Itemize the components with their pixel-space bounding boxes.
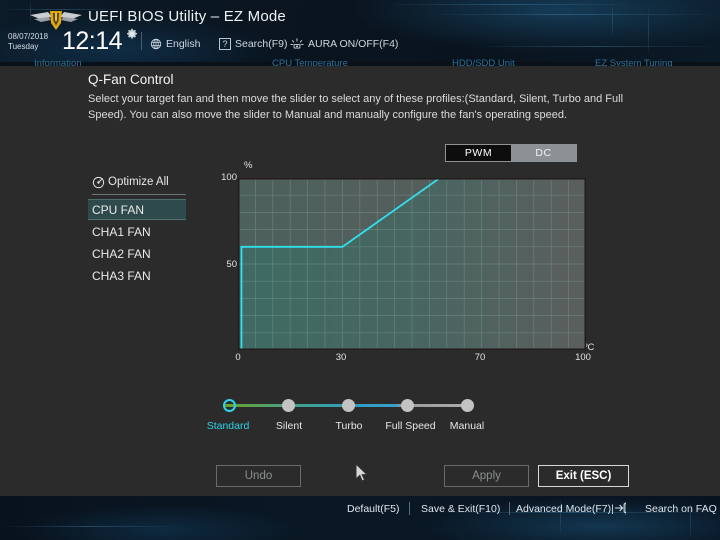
arrow-into-bracket-icon — [614, 503, 626, 513]
fan-item-label: CHA2 FAN — [92, 246, 151, 261]
slider-knob-manual[interactable] — [461, 399, 474, 412]
fan-list-divider — [92, 194, 186, 195]
search-button[interactable]: ? Search(F9) — [219, 38, 288, 50]
save-exit-f10-button[interactable]: Save & Exit(F10) — [421, 503, 500, 515]
date-display: 08/07/2018 Tuesday — [8, 32, 48, 52]
weekday-value: Tuesday — [8, 42, 39, 51]
slider-label-manual[interactable]: Manual — [437, 420, 497, 432]
dialog-title: Q-Fan Control — [88, 72, 174, 87]
aura-button[interactable]: AURA ON/OFF(F4) — [290, 38, 398, 50]
slider-knob-turbo[interactable] — [342, 399, 355, 412]
optimize-circle-icon — [92, 176, 105, 188]
header-divider — [141, 32, 142, 50]
aura-light-icon — [290, 38, 304, 49]
optimize-all-label: Optimize All — [108, 176, 169, 188]
slider-label-standard[interactable]: Standard — [198, 420, 258, 432]
slider-knob-silent[interactable] — [282, 399, 295, 412]
date-value: 08/07/2018 — [8, 32, 49, 41]
fan-profile-slider[interactable]: Standard Silent Turbo Full Speed Manual — [207, 396, 515, 436]
fan-item-cha3-fan[interactable]: CHA3 FAN — [88, 265, 186, 286]
slider-knob-full-speed[interactable] — [401, 399, 414, 412]
exit-label: Exit (ESC) — [555, 470, 612, 482]
chart-ytick-50: 50 — [226, 259, 237, 270]
toggle-option-dc[interactable]: DC — [511, 145, 576, 161]
undo-button[interactable]: Undo — [216, 465, 301, 487]
language-label: English — [166, 38, 201, 50]
advanced-mode-label: Advanced Mode(F7)| — [516, 503, 614, 515]
fan-item-cha1-fan[interactable]: CHA1 FAN — [88, 221, 186, 242]
mouse-cursor — [355, 463, 369, 482]
qfan-control-dialog: Q-Fan Control Select your target fan and… — [0, 66, 720, 496]
optimize-all-button[interactable]: Optimize All — [92, 172, 188, 192]
search-label: Search(F9) — [235, 38, 288, 50]
language-button[interactable]: English — [150, 38, 200, 50]
chart-ylabel: % — [244, 160, 253, 171]
question-mark-icon: ? — [219, 38, 231, 50]
undo-label: Undo — [244, 470, 273, 482]
slider-knob-standard[interactable] — [223, 399, 236, 412]
chart-ytick-100: 100 — [221, 172, 237, 183]
gear-icon[interactable] — [126, 28, 138, 40]
apply-label: Apply — [472, 470, 501, 482]
fan-item-label: CHA1 FAN — [92, 224, 151, 239]
search-on-faq-button[interactable]: Search on FAQ — [645, 503, 717, 515]
slider-label-turbo[interactable]: Turbo — [319, 420, 379, 432]
chart-xtick-30: 30 — [335, 352, 347, 363]
bottom-separator — [509, 502, 510, 515]
aura-label: AURA ON/OFF(F4) — [308, 38, 399, 50]
bios-screen: UEFI BIOS Utility – EZ Mode 08/07/2018 T… — [0, 0, 720, 540]
exit-button[interactable]: Exit (ESC) — [538, 465, 629, 487]
dialog-description: Select your target fan and then move the… — [88, 93, 624, 121]
bottom-separator — [409, 502, 410, 515]
toggle-option-pwm[interactable]: PWM — [446, 145, 511, 161]
globe-icon — [150, 38, 162, 50]
fan-item-label: CPU FAN — [92, 202, 145, 217]
chart-xtick-70: 70 — [474, 352, 486, 363]
chart-plot-area[interactable] — [238, 178, 586, 350]
slider-label-silent[interactable]: Silent — [259, 420, 319, 432]
chart-xtick-0: 0 — [235, 352, 241, 363]
chart-xtick-100: 100 — [575, 352, 591, 363]
advanced-mode-f7-button[interactable]: Advanced Mode(F7)| — [516, 503, 627, 515]
clock-display: 12:14 — [62, 27, 123, 55]
page-title: UEFI BIOS Utility – EZ Mode — [88, 8, 286, 25]
fan-curve-chart[interactable]: % 100 50 0 30 70 100 ºC — [215, 160, 605, 370]
apply-button[interactable]: Apply — [444, 465, 529, 487]
default-f5-button[interactable]: Default(F5) — [347, 503, 400, 515]
header-bar: UEFI BIOS Utility – EZ Mode 08/07/2018 T… — [0, 0, 720, 62]
fan-item-label: CHA3 FAN — [92, 268, 151, 283]
fan-item-cpu-fan[interactable]: CPU FAN — [88, 199, 186, 220]
fan-item-cha2-fan[interactable]: CHA2 FAN — [88, 243, 186, 264]
